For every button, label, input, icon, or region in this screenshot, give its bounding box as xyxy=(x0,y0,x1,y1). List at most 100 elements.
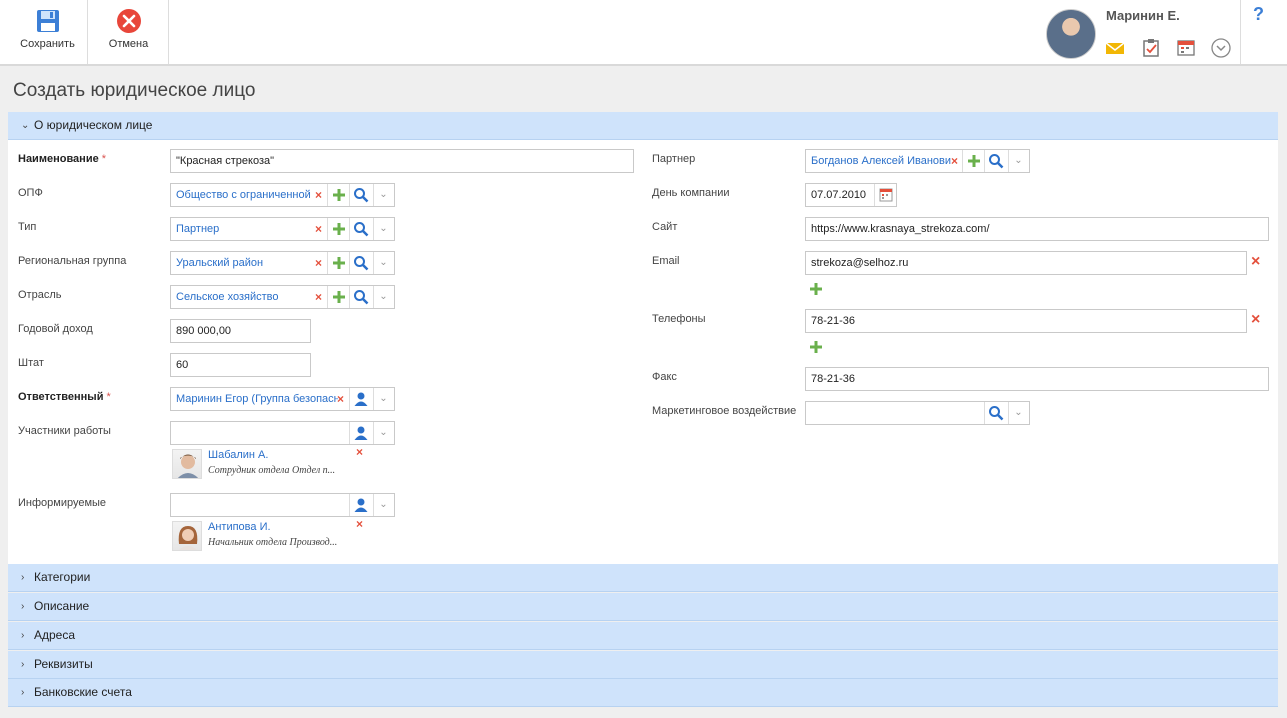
chevron-down-icon[interactable]: ⌄ xyxy=(1008,402,1028,424)
section-description-header[interactable]: › Описание xyxy=(8,593,1278,621)
clear-icon[interactable]: × xyxy=(315,286,322,308)
help-button[interactable]: ? xyxy=(1253,4,1264,25)
save-button[interactable]: Сохранить xyxy=(8,0,88,64)
type-lookup[interactable]: Партнер × ⌄ xyxy=(170,217,395,241)
phones-input[interactable]: 78-21-36 xyxy=(805,309,1247,333)
clear-icon[interactable]: × xyxy=(337,388,344,410)
chevron-down-icon[interactable]: ⌄ xyxy=(1008,150,1028,172)
tasks-icon[interactable] xyxy=(1141,38,1161,58)
responsible-label: Ответственный * xyxy=(18,391,111,403)
site-input[interactable]: https://www.krasnaya_strekoza.com/ xyxy=(805,217,1269,241)
responsible-lookup[interactable]: Маринин Егор (Группа безопасности) × ⌄ xyxy=(170,387,395,411)
company-day-input[interactable]: 07.07.2010 xyxy=(805,183,897,207)
industry-lookup[interactable]: Сельское хозяйство × ⌄ xyxy=(170,285,395,309)
marketing-label: Маркетинговое воздействие xyxy=(652,405,797,417)
search-icon[interactable] xyxy=(349,286,371,308)
staff-label: Штат xyxy=(18,357,44,369)
remove-icon[interactable]: × xyxy=(356,445,363,459)
user-name[interactable]: Маринин Е. xyxy=(1106,8,1180,23)
income-input[interactable]: 890 000,00 xyxy=(170,319,311,343)
toolbar: Сохранить Отмена Маринин Е. ? xyxy=(0,0,1287,66)
calendar-icon[interactable] xyxy=(874,184,896,206)
chevron-down-icon[interactable]: ⌄ xyxy=(373,252,393,274)
site-label: Сайт xyxy=(652,221,678,233)
region-value[interactable]: Уральский район xyxy=(176,252,314,274)
company-day-label: День компании xyxy=(652,187,730,199)
add-icon[interactable] xyxy=(327,218,349,240)
section-requisites-header[interactable]: › Реквизиты xyxy=(8,651,1278,679)
section-description-label: Описание xyxy=(34,599,90,613)
section-about-label: О юридическом лице xyxy=(34,118,153,132)
section-about-header[interactable]: ⌄ О юридическом лице xyxy=(8,112,1278,140)
informed-name[interactable]: Антипова И. xyxy=(208,521,271,533)
clear-icon[interactable]: × xyxy=(951,150,958,172)
name-input[interactable]: "Красная стрекоза" xyxy=(170,149,634,173)
type-label: Тип xyxy=(18,221,37,233)
chevron-down-icon[interactable]: ⌄ xyxy=(373,388,393,410)
partner-lookup[interactable]: Богданов Алексей Иванович × ⌄ xyxy=(805,149,1030,173)
section-categories-header[interactable]: › Категории xyxy=(8,564,1278,592)
floppy-disk-icon xyxy=(36,10,59,32)
search-icon[interactable] xyxy=(349,184,371,206)
section-bank-label: Банковские счета xyxy=(34,685,132,699)
calendar-icon[interactable] xyxy=(1176,38,1196,58)
mail-icon[interactable] xyxy=(1105,38,1125,58)
add-phone-icon[interactable] xyxy=(808,339,824,355)
chevron-down-icon[interactable]: ⌄ xyxy=(373,218,393,240)
staff-input[interactable]: 60 xyxy=(170,353,311,377)
marketing-lookup[interactable]: ⌄ xyxy=(805,401,1030,425)
participants-lookup[interactable]: ⌄ xyxy=(170,421,395,445)
partner-value[interactable]: Богданов Алексей Иванович xyxy=(811,150,951,172)
clear-icon[interactable]: × xyxy=(315,252,322,274)
chevron-down-circle-icon[interactable] xyxy=(1211,38,1231,58)
informed-label: Информируемые xyxy=(18,497,107,509)
search-icon[interactable] xyxy=(349,252,371,274)
section-addresses-header[interactable]: › Адреса xyxy=(8,622,1278,650)
industry-label: Отрасль xyxy=(18,289,62,301)
add-icon[interactable] xyxy=(327,184,349,206)
email-label: Email xyxy=(652,255,680,267)
cancel-button[interactable]: Отмена xyxy=(89,0,169,64)
chevron-down-icon[interactable]: ⌄ xyxy=(373,422,393,444)
avatar[interactable] xyxy=(1046,9,1096,59)
clear-icon[interactable]: × xyxy=(315,218,322,240)
opf-value[interactable]: Общество с ограниченной ответственностью xyxy=(176,184,314,206)
divider xyxy=(1240,0,1241,64)
company-day-value[interactable]: 07.07.2010 xyxy=(811,184,873,206)
search-icon[interactable] xyxy=(349,218,371,240)
search-icon[interactable] xyxy=(984,150,1006,172)
add-email-icon[interactable] xyxy=(808,281,824,297)
participant-name[interactable]: Шабалин А. xyxy=(208,449,268,461)
section-bank-header[interactable]: › Банковские счета xyxy=(8,679,1278,707)
informed-lookup[interactable]: ⌄ xyxy=(170,493,395,517)
fax-label: Факс xyxy=(652,371,677,383)
type-value[interactable]: Партнер xyxy=(176,218,314,240)
chevron-down-icon[interactable]: ⌄ xyxy=(373,286,393,308)
chevron-right-icon: › xyxy=(21,572,25,583)
chevron-right-icon: › xyxy=(21,687,25,698)
email-input[interactable]: strekoza@selhoz.ru xyxy=(805,251,1247,275)
chevron-down-icon[interactable]: ⌄ xyxy=(373,184,393,206)
add-icon[interactable] xyxy=(327,252,349,274)
remove-icon[interactable]: × xyxy=(356,517,363,531)
add-icon[interactable] xyxy=(962,150,984,172)
add-icon[interactable] xyxy=(327,286,349,308)
user-icon[interactable] xyxy=(349,494,371,516)
chevron-down-icon[interactable]: ⌄ xyxy=(373,494,393,516)
section-categories-label: Категории xyxy=(34,570,91,584)
industry-value[interactable]: Сельское хозяйство xyxy=(176,286,314,308)
user-icon[interactable] xyxy=(349,422,371,444)
user-icon[interactable] xyxy=(349,388,371,410)
delete-phone-icon[interactable]: × xyxy=(1251,311,1260,329)
chevron-right-icon: › xyxy=(21,601,25,612)
section-addresses-label: Адреса xyxy=(34,628,76,642)
clear-icon[interactable]: × xyxy=(315,184,322,206)
fax-input[interactable]: 78-21-36 xyxy=(805,367,1269,391)
delete-email-icon[interactable]: × xyxy=(1251,253,1260,271)
opf-lookup[interactable]: Общество с ограниченной ответственностью… xyxy=(170,183,395,207)
region-lookup[interactable]: Уральский район × ⌄ xyxy=(170,251,395,275)
responsible-value[interactable]: Маринин Егор (Группа безопасности) xyxy=(176,388,338,410)
search-icon[interactable] xyxy=(984,402,1006,424)
partner-label: Партнер xyxy=(652,153,696,165)
participant-role: Сотрудник отдела Отдел п... xyxy=(208,465,336,476)
